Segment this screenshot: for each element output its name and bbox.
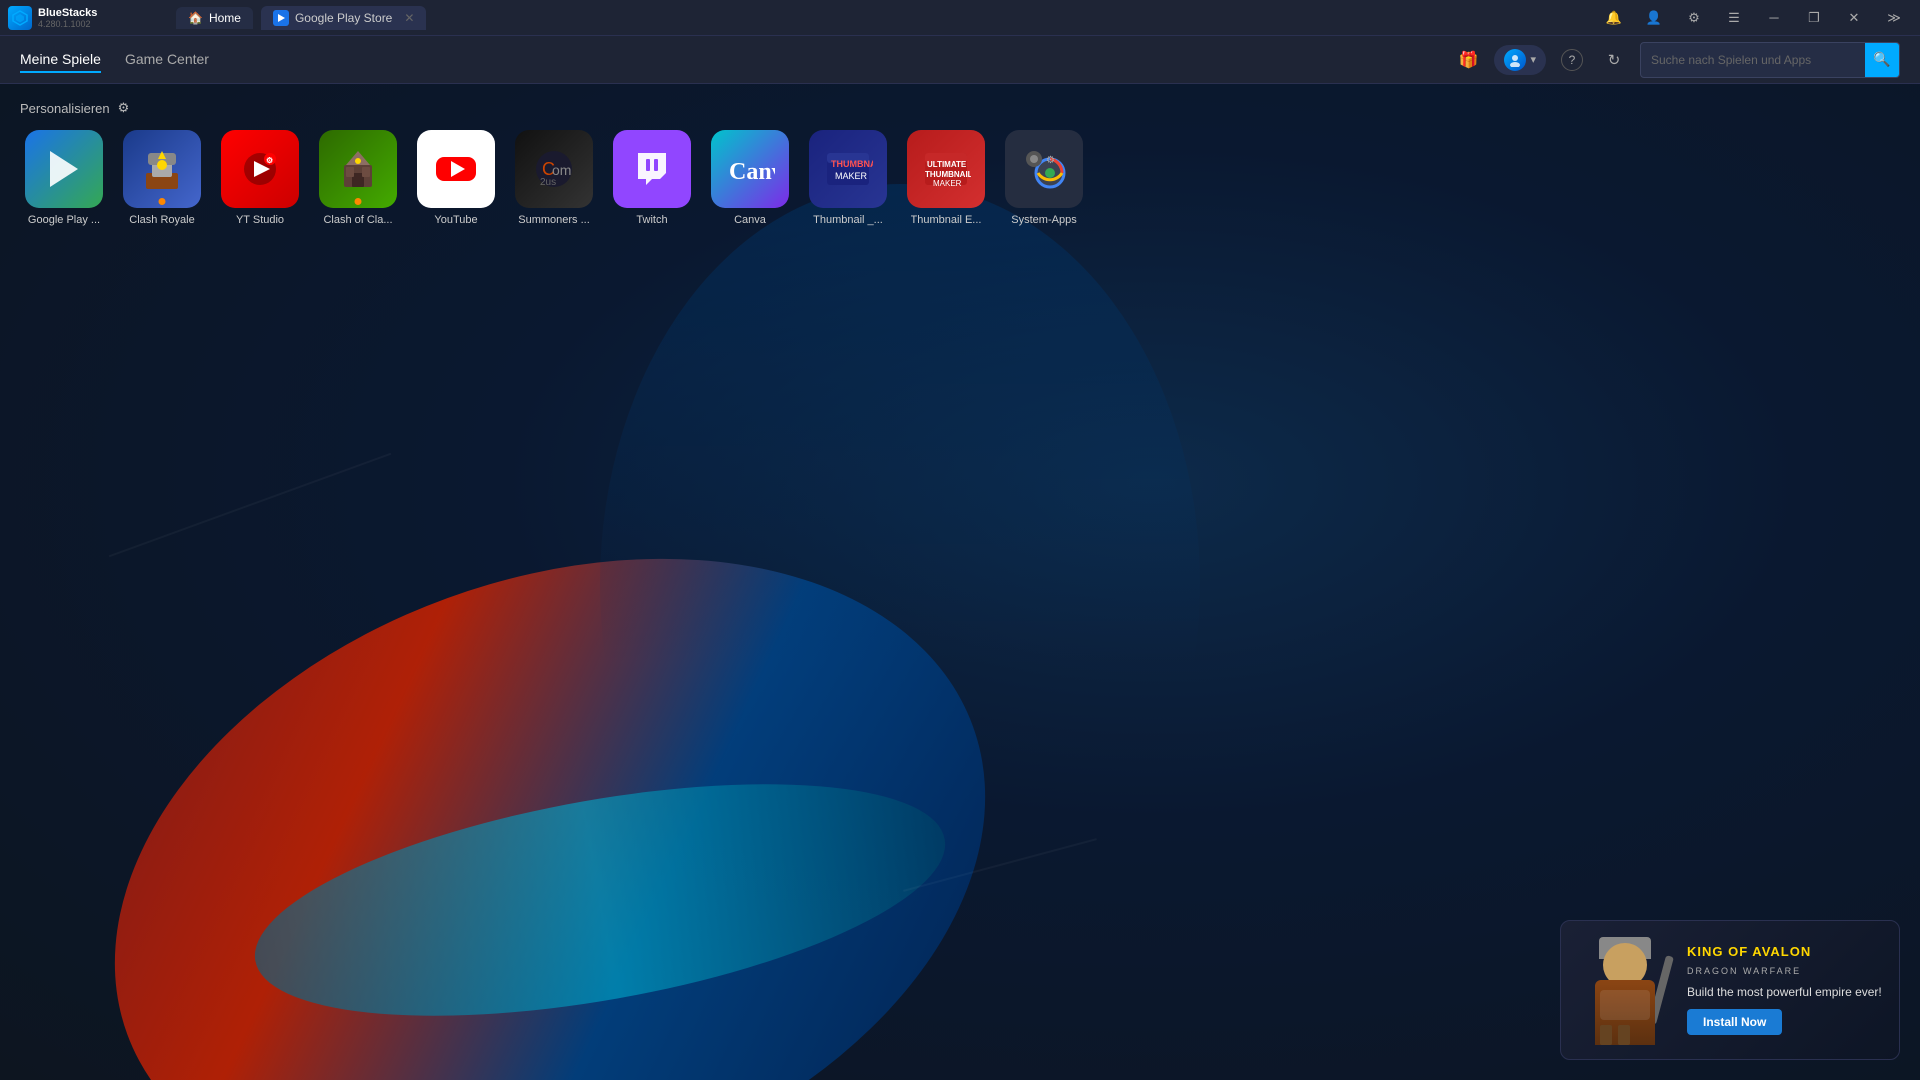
- app-clash-royale[interactable]: Clash Royale: [118, 130, 206, 227]
- apps-section: Personalisieren ⚙ Google Play ...: [0, 84, 1920, 243]
- clash-royale-icon: [123, 130, 201, 208]
- bluestacks-logo: BlueStacks 4.280.1.1002: [8, 6, 168, 30]
- titlebar: BlueStacks 4.280.1.1002 🏠 Home Google Pl…: [0, 0, 1920, 36]
- window-controls: 🔔 👤 ⚙ ☰ ─ ❐ ✕ ≫: [1596, 0, 1912, 36]
- thumbnail-icon: THUMBNAIL MAKER: [809, 130, 887, 208]
- svg-text:⚙: ⚙: [266, 156, 273, 165]
- home-tab-icon: 🏠: [188, 11, 203, 25]
- svg-text:Canva: Canva: [729, 159, 775, 185]
- canva-icon: Canva ⋮: [711, 130, 789, 208]
- app-google-play[interactable]: Google Play ...: [20, 130, 108, 227]
- svg-text:om: om: [552, 162, 571, 178]
- play-store-tab-label: Google Play Store: [295, 11, 392, 25]
- app-thumbnail[interactable]: THUMBNAIL MAKER Thumbnail _...: [804, 130, 892, 227]
- help-btn[interactable]: ?: [1556, 44, 1588, 76]
- gift-btn[interactable]: 🎁: [1452, 44, 1484, 76]
- topnav: Meine Spiele Game Center 🎁 ▾ ? ↻: [0, 36, 1920, 84]
- system-apps-icon: ⚙: [1005, 130, 1083, 208]
- app-twitch[interactable]: Twitch: [608, 130, 696, 227]
- menu-btn[interactable]: ☰: [1716, 0, 1752, 36]
- search-button[interactable]: 🔍: [1865, 43, 1899, 77]
- user-btn[interactable]: ▾: [1494, 45, 1546, 75]
- app-canva[interactable]: Canva ⋮ Canva: [706, 130, 794, 227]
- personalisieren-bar: Personalisieren ⚙: [20, 100, 1900, 116]
- svg-text:MAKER: MAKER: [933, 179, 962, 188]
- summoners-label: Summoners ...: [518, 214, 590, 227]
- svg-text:2us: 2us: [540, 177, 556, 188]
- apps-grid: Google Play ... Clash Royale: [20, 130, 1900, 227]
- close-btn[interactable]: ✕: [1836, 0, 1872, 36]
- thumbnail-label: Thumbnail _...: [813, 214, 883, 227]
- tab-google-play-store[interactable]: Google Play Store ✕: [261, 6, 426, 30]
- app-summoners[interactable]: C om 2us Summoners ...: [510, 130, 598, 227]
- google-play-icon: [25, 130, 103, 208]
- tab-home[interactable]: 🏠 Home: [176, 7, 253, 29]
- app-clash-of-clans[interactable]: Clash of Cla...: [314, 130, 402, 227]
- maximize-btn[interactable]: ❐: [1796, 0, 1832, 36]
- refresh-btn[interactable]: ↻: [1598, 44, 1630, 76]
- ad-game-title: KING OF AVALON: [1687, 945, 1885, 959]
- app-system-apps[interactable]: ⚙ System-Apps: [1000, 130, 1088, 227]
- app-name: BlueStacks: [38, 7, 97, 19]
- user-chevron: ▾: [1530, 53, 1536, 66]
- nav-tab-game-center[interactable]: Game Center: [125, 47, 209, 73]
- gift-icon: 🎁: [1459, 50, 1479, 70]
- clash-royale-dot: [159, 198, 166, 205]
- clash-of-clans-dot: [355, 198, 362, 205]
- close-tab-icon[interactable]: ✕: [404, 11, 414, 25]
- youtube-icon: [417, 130, 495, 208]
- ad-content: KING OF AVALON DRAGON WARFARE Build the …: [1687, 945, 1885, 1034]
- home-tab-label: Home: [209, 11, 241, 25]
- svg-text:THUMBNAIL: THUMBNAIL: [831, 159, 873, 169]
- expand-btn[interactable]: ≫: [1876, 0, 1912, 36]
- minimize-btn[interactable]: ─: [1756, 0, 1792, 36]
- ad-banner: KING OF AVALON DRAGON WARFARE Build the …: [1560, 920, 1900, 1060]
- bs-logo-icon: [8, 6, 32, 30]
- yt-studio-icon: ⚙: [221, 130, 299, 208]
- twitch-label: Twitch: [636, 214, 667, 227]
- personalisieren-label: Personalisieren: [20, 101, 110, 116]
- system-apps-label: System-Apps: [1011, 214, 1076, 227]
- app-youtube[interactable]: YouTube: [412, 130, 500, 227]
- google-play-label: Google Play ...: [28, 214, 100, 227]
- clash-of-clans-label: Clash of Cla...: [323, 214, 392, 227]
- search-icon: 🔍: [1873, 51, 1890, 68]
- bg-accent: [600, 184, 1200, 984]
- topnav-right: 🎁 ▾ ? ↻ 🔍: [1452, 42, 1900, 78]
- search-input[interactable]: [1641, 47, 1865, 73]
- personalisieren-settings-icon[interactable]: ⚙: [118, 100, 130, 116]
- youtube-label: YouTube: [434, 214, 477, 227]
- app-body: Meine Spiele Game Center 🎁 ▾ ? ↻: [0, 36, 1920, 1080]
- svg-text:ULTIMATE: ULTIMATE: [927, 160, 967, 169]
- yt-studio-label: YT Studio: [236, 214, 284, 227]
- notification-btn[interactable]: 🔔: [1596, 0, 1632, 36]
- refresh-icon: ↻: [1608, 51, 1621, 69]
- ad-game-subtitle: DRAGON WARFARE: [1687, 966, 1885, 976]
- canva-label: Canva: [734, 214, 766, 227]
- app-thumbnail-maker[interactable]: ULTIMATE THUMBNAIL MAKER Thumbnail E...: [902, 130, 990, 227]
- summoners-icon: C om 2us: [515, 130, 593, 208]
- install-now-button[interactable]: Install Now: [1687, 1009, 1782, 1035]
- king-figure: [1585, 945, 1665, 1045]
- avatar: [1504, 49, 1526, 71]
- content-area: Personalisieren ⚙ Google Play ...: [0, 84, 1920, 1080]
- ad-character: [1575, 935, 1675, 1045]
- svg-text:MAKER: MAKER: [835, 171, 868, 181]
- app-yt-studio[interactable]: ⚙ YT Studio: [216, 130, 304, 227]
- thumbnail-maker-label: Thumbnail E...: [911, 214, 982, 227]
- help-icon: ?: [1561, 49, 1583, 71]
- account-btn[interactable]: 👤: [1636, 0, 1672, 36]
- svg-text:⚙: ⚙: [1046, 155, 1055, 166]
- clash-of-clans-icon: [319, 130, 397, 208]
- thumbnail-maker-icon: ULTIMATE THUMBNAIL MAKER: [907, 130, 985, 208]
- search-bar[interactable]: 🔍: [1640, 42, 1900, 78]
- ad-description: Build the most powerful empire ever!: [1687, 984, 1885, 1001]
- twitch-icon: [613, 130, 691, 208]
- play-store-tab-icon: [273, 10, 289, 26]
- clash-royale-label: Clash Royale: [129, 214, 194, 227]
- svg-text:THUMBNAIL: THUMBNAIL: [925, 170, 971, 179]
- app-version: 4.280.1.1002: [38, 19, 97, 29]
- settings-btn[interactable]: ⚙: [1676, 0, 1712, 36]
- nav-tab-meine-spiele[interactable]: Meine Spiele: [20, 47, 101, 73]
